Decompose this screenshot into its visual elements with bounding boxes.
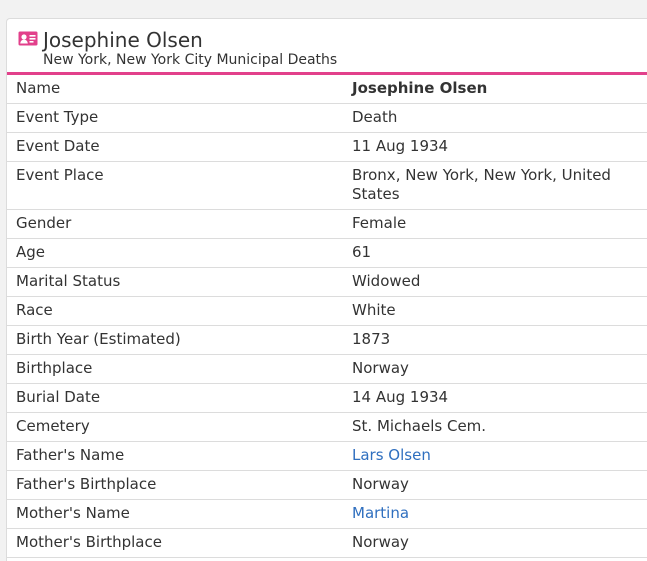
field-label: Gender xyxy=(7,209,342,239)
field-value: Norway xyxy=(342,354,647,384)
table-row: Father's Birthplace Norway xyxy=(7,470,647,500)
field-value: Widowed xyxy=(342,267,647,297)
field-value: Bronx, New York, New York, United States xyxy=(342,161,647,210)
table-row: Event Date 11 Aug 1934 xyxy=(7,132,647,162)
field-value: Josephine Olsen xyxy=(342,75,647,104)
field-value: Martina xyxy=(342,499,647,529)
record-details-table: Name Josephine Olsen Event Type Death Event … xyxy=(7,75,647,558)
field-label: Age xyxy=(7,238,342,268)
person-link[interactable]: Lars Olsen xyxy=(352,446,431,464)
field-value: 61 xyxy=(342,238,647,268)
field-label: Burial Date xyxy=(7,383,342,413)
field-label: Name xyxy=(7,75,342,104)
field-value: St. Michaels Cem. xyxy=(342,412,647,442)
field-value: Death xyxy=(342,103,647,133)
table-row: Gender Female xyxy=(7,209,647,239)
table-row: Mother's Birthplace Norway xyxy=(7,528,647,558)
field-value: 14 Aug 1934 xyxy=(342,383,647,413)
field-label: Father's Birthplace xyxy=(7,470,342,500)
record-title: Josephine Olsen xyxy=(43,28,203,52)
table-row: Burial Date 14 Aug 1934 xyxy=(7,383,647,413)
record-header: Josephine Olsen New York, New York City … xyxy=(7,19,647,75)
field-label: Event Place xyxy=(7,161,342,210)
field-value: Norway xyxy=(342,528,647,558)
table-row: Father's Name Lars Olsen xyxy=(7,441,647,471)
field-value: Lars Olsen xyxy=(342,441,647,471)
record-card: Josephine Olsen New York, New York City … xyxy=(6,18,647,561)
table-row: Birthplace Norway xyxy=(7,354,647,384)
field-label: Event Type xyxy=(7,103,342,133)
field-value: 1873 xyxy=(342,325,647,355)
person-link[interactable]: Martina xyxy=(352,504,409,522)
field-label: Father's Name xyxy=(7,441,342,471)
field-label: Mother's Birthplace xyxy=(7,528,342,558)
field-label: Race xyxy=(7,296,342,326)
field-label: Event Date xyxy=(7,132,342,162)
field-label: Marital Status xyxy=(7,267,342,297)
table-row: Race White xyxy=(7,296,647,326)
table-row: Event Place Bronx, New York, New York, Un… xyxy=(7,161,647,210)
field-label: Birth Year (Estimated) xyxy=(7,325,342,355)
field-value: Female xyxy=(342,209,647,239)
table-row: Age 61 xyxy=(7,238,647,268)
table-row: Cemetery St. Michaels Cem. xyxy=(7,412,647,442)
field-value: Norway xyxy=(342,470,647,500)
field-label: Mother's Name xyxy=(7,499,342,529)
field-label: Birthplace xyxy=(7,354,342,384)
field-value: White xyxy=(342,296,647,326)
table-row: Marital Status Widowed xyxy=(7,267,647,297)
field-value: 11 Aug 1934 xyxy=(342,132,647,162)
person-record-icon xyxy=(18,31,38,46)
table-row: Mother's Name Martina xyxy=(7,499,647,529)
field-label: Cemetery xyxy=(7,412,342,442)
table-row: Event Type Death xyxy=(7,103,647,133)
record-collection: New York, New York City Municipal Deaths xyxy=(43,52,338,68)
table-row: Name Josephine Olsen xyxy=(7,75,647,104)
table-row: Birth Year (Estimated) 1873 xyxy=(7,325,647,355)
